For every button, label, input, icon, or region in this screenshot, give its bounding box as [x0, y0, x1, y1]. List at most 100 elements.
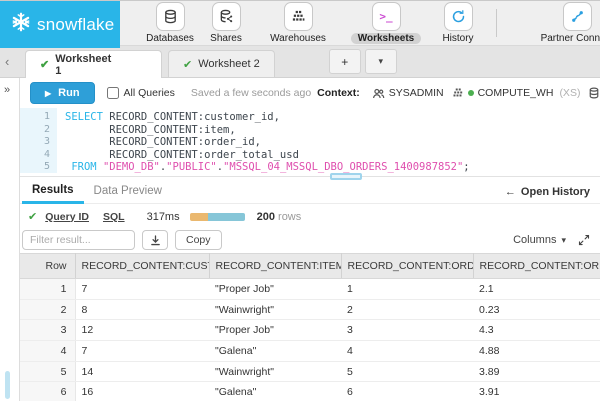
line-number: 4	[43, 148, 50, 160]
line-number: 1	[43, 111, 50, 122]
tab-label: Worksheet 1	[55, 52, 112, 77]
splitter-handle[interactable]	[330, 173, 362, 180]
context-database[interactable]: DEMO_DB	[588, 87, 600, 99]
nav-divider	[496, 9, 497, 37]
code-line: 4 RECORD_CONTENT:order_total_usd	[20, 149, 600, 162]
rail-scroll-handle[interactable]	[5, 371, 10, 399]
expand-panel-icon[interactable]: »	[4, 84, 10, 96]
results-action-row: Copy Columns ▾	[20, 229, 600, 253]
nav-label: Warehouses	[270, 33, 326, 44]
worksheets-terminal-icon: >_	[371, 2, 401, 31]
saved-check-icon: ✔	[40, 59, 50, 71]
column-header[interactable]: RECORD_CONTENT:ORDER_TO	[473, 253, 600, 279]
code-line: 3 RECORD_CONTENT:order_id,	[20, 136, 600, 149]
data-cell: 16	[75, 381, 209, 401]
data-cell: 6	[341, 381, 473, 401]
download-button[interactable]	[142, 230, 168, 250]
nav-item-worksheets[interactable]: >_ Worksheets	[342, 2, 430, 44]
data-cell: "Galena"	[209, 381, 341, 401]
tab-scroll-left-icon[interactable]: ‹	[5, 54, 9, 69]
nav-item-shares[interactable]: Shares	[198, 2, 254, 44]
tab-results[interactable]: Results	[22, 180, 84, 204]
tab-data-preview[interactable]: Data Preview	[84, 181, 172, 202]
data-cell: 2.1	[473, 278, 600, 300]
data-cell: 4.88	[473, 340, 600, 362]
nav-item-databases[interactable]: Databases	[142, 2, 198, 44]
editor-results-splitter	[20, 173, 600, 180]
data-cell: 8	[75, 299, 209, 321]
plus-icon: +	[341, 54, 349, 69]
table-header: RowRECORD_CONTENT:CUSTOMERECORD_CONTENT:…	[20, 253, 600, 279]
context-role[interactable]: SYSADMIN	[372, 87, 444, 100]
nav-label: Partner Connect	[540, 33, 600, 44]
worksheet-toolbar: ▶ Run All Queries Saved a few seconds ag…	[20, 78, 600, 108]
query-success-icon: ✔	[28, 211, 38, 223]
play-icon: ▶	[45, 88, 52, 98]
data-cell: 7	[75, 340, 209, 362]
data-cell: 5	[341, 361, 473, 383]
run-button[interactable]: ▶ Run	[30, 82, 95, 104]
table-row[interactable]: 4 7 "Galena" 4 4.88	[20, 340, 600, 362]
tab-worksheet-2[interactable]: ✔ Worksheet 2	[168, 50, 275, 77]
table-row[interactable]: 5 14 "Wainwright" 5 3.89	[20, 361, 600, 383]
expand-results-icon[interactable]	[578, 234, 590, 246]
warehouses-icon	[283, 2, 313, 31]
copy-button[interactable]: Copy	[175, 230, 222, 250]
data-cell: "Wainwright"	[209, 299, 341, 321]
nav-label: Databases	[146, 33, 194, 44]
column-header[interactable]: RECORD_CONTENT:CUSTOME	[75, 253, 210, 279]
saved-check-icon: ✔	[183, 58, 193, 71]
database-icon	[590, 87, 599, 99]
data-cell: 3	[341, 319, 473, 342]
snowflake-logo[interactable]: snowflake	[0, 1, 120, 48]
saved-status: Saved a few seconds ago	[190, 87, 312, 99]
nav-item-history[interactable]: History	[430, 2, 486, 44]
table-row[interactable]: 3 12 "Proper Job" 3 4.3	[20, 319, 600, 342]
data-cell: 7	[75, 278, 209, 300]
column-header[interactable]: RECORD_CONTENT:ITEM	[209, 253, 342, 279]
nav-label: Shares	[210, 33, 242, 44]
table-row[interactable]: 2 8 "Wainwright" 2 0.23	[20, 299, 600, 321]
sql-editor[interactable]: 1 SELECT RECORD_CONTENT:customer_id, 2 REC…	[20, 108, 600, 173]
table-row[interactable]: 1 7 "Proper Job" 1 2.1	[20, 278, 600, 300]
data-cell: "Proper Job"	[209, 278, 341, 300]
query-status-row: ✔ Query ID SQL 317ms 200 rows	[20, 204, 600, 229]
partner-connect-icon	[562, 2, 592, 31]
role-users-icon	[372, 88, 385, 98]
filter-input[interactable]	[22, 230, 135, 250]
worksheet-tabstrip: ‹ ✔ Worksheet 1 ✔ Worksheet 2 + ▾	[0, 46, 600, 78]
data-cell: "Galena"	[209, 340, 341, 362]
all-queries-label[interactable]: All Queries	[124, 87, 175, 99]
caret-down-icon: ▾	[561, 234, 566, 245]
sql-link[interactable]: SQL	[103, 211, 125, 223]
worksheet-menu-button[interactable]: ▾	[364, 49, 397, 74]
warehouse-size: (XS)	[559, 87, 581, 99]
column-header[interactable]: RECORD_CONTENT:ORDER_ID	[341, 253, 474, 279]
query-duration: 317ms	[146, 210, 180, 223]
data-cell: 3.91	[473, 381, 600, 401]
new-worksheet-button[interactable]: +	[328, 49, 361, 74]
tab-worksheet-1[interactable]: ✔ Worksheet 1	[25, 50, 162, 78]
data-cell: 4.3	[473, 319, 600, 342]
row-count: 200 rows	[256, 210, 302, 223]
row-number-cell: 4	[20, 340, 76, 362]
open-history-button[interactable]: ← Open History	[505, 186, 590, 198]
code-line: 2 RECORD_CONTENT:item,	[20, 124, 600, 137]
columns-dropdown[interactable]: Columns ▾	[513, 234, 566, 246]
data-cell: 1	[341, 278, 473, 300]
line-number: 3	[43, 136, 50, 148]
table-row[interactable]: 6 16 "Galena" 6 3.91	[20, 381, 600, 401]
nav-item-partner-connect[interactable]: Partner Connect	[533, 2, 600, 44]
data-cell: "Wainwright"	[209, 361, 341, 383]
row-number-cell: 3	[20, 319, 76, 342]
databases-icon	[155, 2, 185, 31]
data-cell: 2	[341, 299, 473, 321]
nav-item-warehouses[interactable]: Warehouses	[254, 2, 342, 44]
duration-bar	[189, 212, 245, 221]
warehouse-icon	[453, 88, 462, 97]
all-queries-checkbox[interactable]	[106, 87, 119, 99]
column-header[interactable]: Row	[20, 253, 76, 279]
context-warehouse[interactable]: COMPUTE_WH (XS)	[452, 87, 581, 99]
data-cell: 0.23	[473, 299, 600, 321]
query-id-link[interactable]: Query ID	[45, 211, 89, 223]
